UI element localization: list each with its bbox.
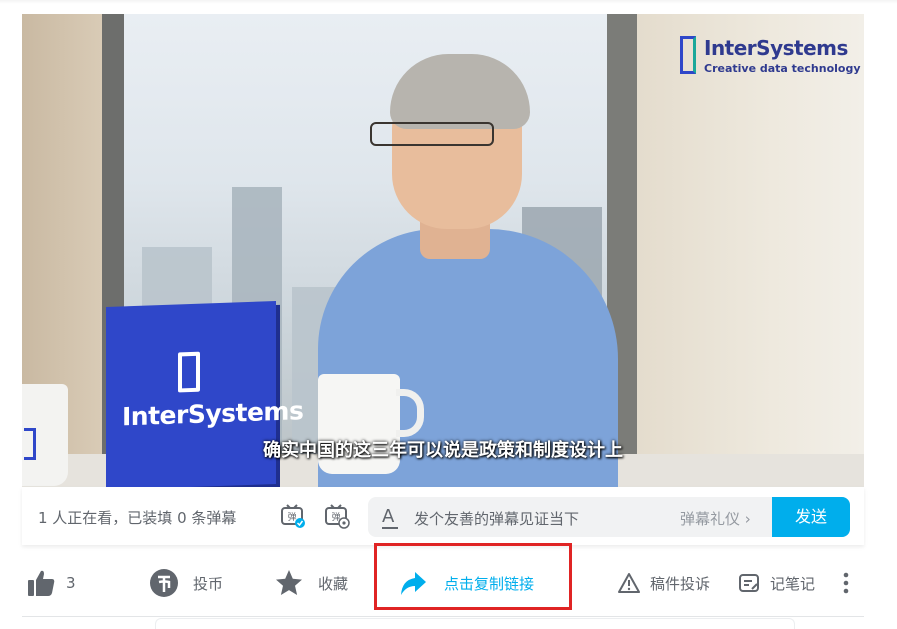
- coin-icon: [150, 569, 178, 597]
- person-glasses: [370, 122, 494, 146]
- top-divider: [0, 0, 897, 4]
- favorite-button[interactable]: 收藏: [274, 568, 348, 598]
- report-button[interactable]: 稿件投诉: [618, 568, 710, 598]
- coin-label: 投币: [193, 574, 224, 593]
- toolbar-divider: [22, 616, 864, 617]
- warning-icon: [618, 573, 640, 593]
- send-button[interactable]: 发送: [772, 497, 850, 537]
- share-highlight-box: [374, 543, 572, 610]
- danmaku-etiquette-link[interactable]: 弹幕礼仪 ›: [680, 508, 751, 529]
- below-card-edge: [155, 618, 795, 629]
- video-player[interactable]: InterSystems InterSystems Creative data …: [22, 14, 864, 487]
- danmaku-input-placeholder[interactable]: 发个友善的弹幕见证当下: [414, 508, 579, 529]
- brand-tagline: Creative data technology: [704, 62, 861, 75]
- video-subtitle: 确实中国的这三年可以说是政策和制度设计上: [263, 440, 623, 461]
- like-button[interactable]: 3: [26, 568, 76, 598]
- notes-button[interactable]: 记笔记: [738, 568, 815, 598]
- star-icon: [276, 570, 302, 595]
- like-icon: [28, 570, 55, 596]
- favorite-label: 收藏: [318, 574, 349, 593]
- note-icon: [739, 574, 759, 592]
- svg-text:弹: 弹: [287, 511, 296, 523]
- danmaku-toggle-icon[interactable]: 弹: [280, 503, 306, 529]
- stand-logo-mark: [178, 351, 200, 393]
- more-icon: [843, 572, 849, 594]
- coin-button[interactable]: 投币: [149, 568, 223, 598]
- report-label: 稿件投诉: [650, 574, 711, 593]
- danmaku-bar: 1 人正在看，已装填 0 条弹幕 弹 弹 A 发个友善的弹幕见证当下 弹幕礼仪 …: [22, 487, 864, 545]
- scene-wall-right: [637, 14, 864, 487]
- notes-label: 记笔记: [770, 574, 816, 593]
- text-style-icon[interactable]: A: [382, 506, 399, 529]
- more-button[interactable]: [840, 568, 852, 598]
- like-count: 3: [66, 574, 76, 592]
- viewer-status: 1 人正在看，已装填 0 条弹幕: [38, 509, 237, 527]
- danmaku-settings-icon[interactable]: 弹: [324, 503, 350, 529]
- danmaku-input[interactable]: A 发个友善的弹幕见证当下 弹幕礼仪 › 发送: [368, 497, 850, 537]
- video-page: InterSystems InterSystems Creative data …: [0, 0, 897, 629]
- brand-logo-mark: [680, 36, 696, 74]
- brand-name: InterSystems: [704, 36, 848, 60]
